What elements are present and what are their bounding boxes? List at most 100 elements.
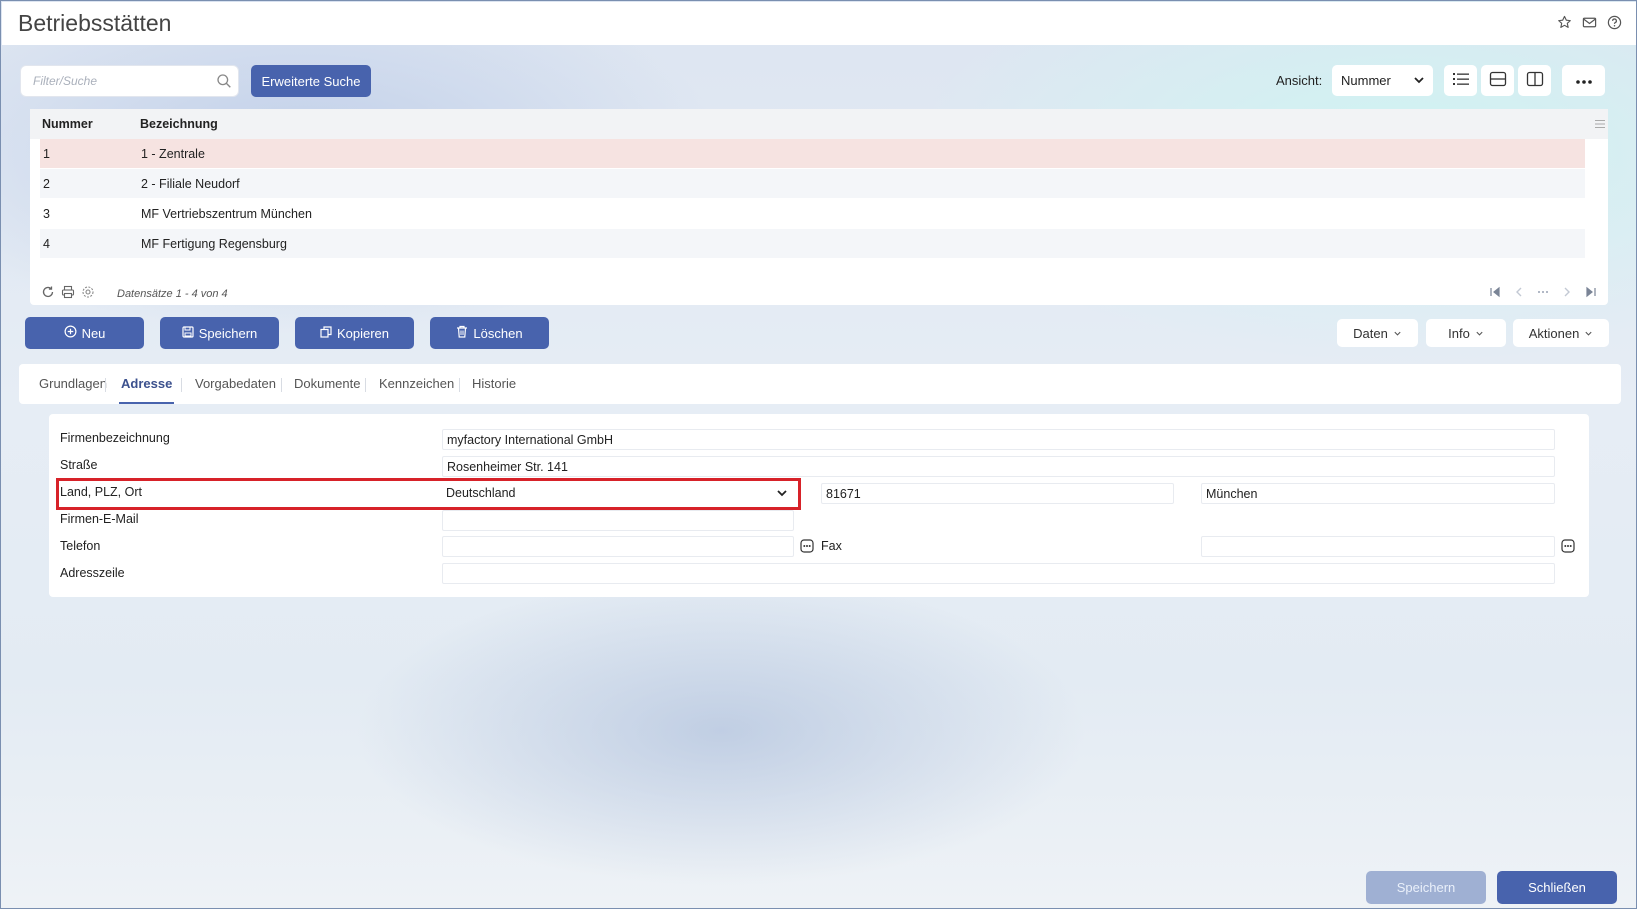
tab-divider [181,378,182,392]
list-view-button[interactable] [1444,65,1477,96]
more-icon [1575,73,1593,88]
page-ellipsis-icon [1536,285,1550,299]
firm-name-input[interactable] [442,429,1555,450]
column-menu-icon[interactable] [1594,118,1606,133]
cell-nummer: 2 [43,177,50,191]
street-label: Straße [60,458,98,472]
cell-nummer: 3 [43,207,50,221]
search-box [20,65,239,97]
pager [1488,285,1598,299]
refresh-icon[interactable] [41,285,56,300]
cell-nummer: 4 [43,237,50,251]
view-select-value: Nummer [1341,73,1391,88]
view-select[interactable]: Nummer [1332,65,1433,96]
data-menu-button[interactable]: Daten [1337,319,1418,347]
info-menu-label: Info [1448,325,1470,341]
settings-gear-icon[interactable] [81,285,96,300]
search-icon[interactable] [216,73,232,89]
view-label: Ansicht: [1276,73,1323,88]
print-icon[interactable] [61,285,76,300]
cell-bezeichnung: 2 - Filiale Neudorf [141,177,240,191]
split-horizontal-button[interactable] [1481,65,1514,96]
tab-kennzeichen[interactable]: Kennzeichen [379,364,454,404]
city-input[interactable] [1201,483,1555,504]
first-page-icon[interactable] [1488,285,1502,299]
tab-historie[interactable]: Historie [472,364,516,404]
footer-save-button[interactable]: Speichern [1366,871,1486,904]
copy-button[interactable]: Kopieren [295,317,414,349]
data-grid: Nummer Bezeichnung 1 1 - Zentrale 2 2 - … [30,109,1608,305]
tab-divider [459,378,460,392]
tab-bar: Grundlagen Adresse Vorgabedaten Dokument… [19,364,1621,404]
phone-label: Telefon [60,539,101,553]
list-icon [1452,71,1470,90]
last-page-icon[interactable] [1584,285,1598,299]
address-line-label: Adresszeile [60,566,125,580]
table-row[interactable]: 4 MF Fertigung Regensburg [40,229,1585,258]
tab-adresse[interactable]: Adresse [119,364,175,404]
street-input[interactable] [442,456,1555,477]
trash-icon [456,325,468,341]
new-button[interactable]: Neu [25,317,144,349]
phone-dial-icon[interactable] [800,539,815,554]
save-button[interactable]: Speichern [160,317,279,349]
copy-button-label: Kopieren [336,325,390,341]
email-label: Firmen-E-Mail [60,512,139,526]
delete-button[interactable]: Löschen [430,317,549,349]
actions-menu-button[interactable]: Aktionen [1513,319,1609,347]
fax-dial-icon[interactable] [1561,539,1576,554]
close-button[interactable]: Schließen [1497,871,1617,904]
chevron-down-icon [1413,74,1425,89]
table-row[interactable]: 3 MF Vertriebszentrum München [40,199,1585,228]
new-button-label: Neu [81,325,106,341]
column-header-nummer[interactable]: Nummer [42,117,93,131]
mail-icon[interactable] [1581,14,1598,31]
tab-divider [281,378,282,392]
chevron-down-icon [1393,326,1402,341]
save-button-label: Speichern [198,325,258,341]
table-row[interactable]: 2 2 - Filiale Neudorf [40,169,1585,198]
tab-grundlagen[interactable]: Grundlagen [39,364,107,404]
cell-bezeichnung: MF Fertigung Regensburg [141,237,287,251]
grid-header: Nummer Bezeichnung [30,109,1608,139]
title-icons [1556,14,1623,31]
chevron-down-icon [1475,326,1484,341]
firm-label: Firmenbezeichnung [60,431,170,445]
actions-menu-label: Aktionen [1528,325,1580,341]
title-bar: Betriebsstätten [2,2,1636,45]
extended-search-button[interactable]: Erweiterte Suche [251,65,371,97]
delete-button-label: Löschen [473,325,523,341]
previous-page-icon[interactable] [1512,285,1526,299]
tab-divider [105,378,106,392]
tab-dokumente[interactable]: Dokumente [294,364,360,404]
more-options-button[interactable] [1562,65,1605,96]
address-line-input[interactable] [442,563,1555,584]
split-vertical-button[interactable] [1518,65,1551,96]
help-icon[interactable] [1606,14,1623,31]
phone-input[interactable] [442,536,794,557]
record-count: Datensätze 1 - 4 von 4 [117,288,228,300]
search-input[interactable] [21,66,211,96]
tab-vorgabedaten[interactable]: Vorgabedaten [195,364,276,404]
page-title: Betriebsstätten [18,10,172,36]
split-vertical-icon [1526,71,1544,90]
fax-input[interactable] [1201,536,1555,557]
plus-circle-icon [64,325,77,341]
table-row[interactable]: 1 1 - Zentrale [40,139,1585,168]
copy-icon [320,325,332,341]
column-header-bezeichnung[interactable]: Bezeichnung [140,117,218,131]
info-menu-button[interactable]: Info [1426,319,1506,347]
company-email-input[interactable] [442,510,794,531]
star-icon[interactable] [1556,14,1573,31]
fax-label: Fax [821,539,842,553]
cell-bezeichnung: MF Vertriebszentrum München [141,207,312,221]
data-menu-label: Daten [1353,325,1388,341]
split-horizontal-icon [1489,71,1507,90]
window-frame: Betriebsstätten Erweiterte Suche Ansicht… [0,0,1637,909]
chevron-down-icon [1584,326,1593,341]
grid-footer: Datensätze 1 - 4 von 4 [30,281,1608,303]
next-page-icon[interactable] [1560,285,1574,299]
zip-input[interactable] [821,483,1174,504]
floppy-disk-icon [182,325,194,341]
cell-nummer: 1 [43,147,50,161]
